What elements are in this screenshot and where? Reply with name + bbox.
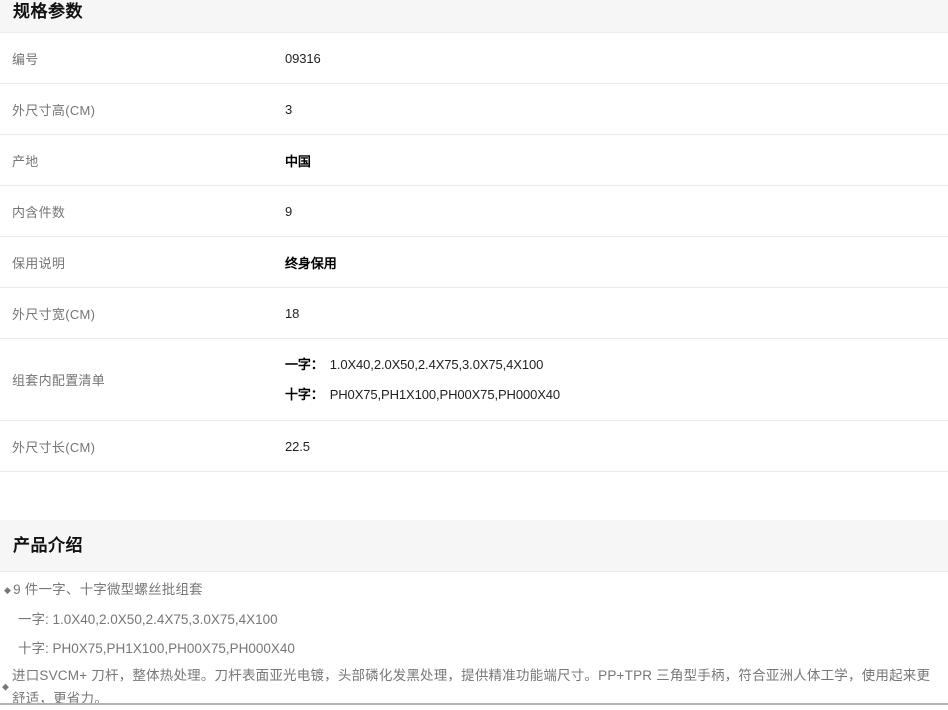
slotted-sizes: 1.0X40,2.0X50,2.4X75,3.0X75,4X100 <box>330 357 544 372</box>
intro-phillips-line: 十字: PH0X75,PH1X100,PH00X75,PH000X40 <box>0 640 948 657</box>
spec-row-label: 外尺寸宽(CM) <box>0 304 285 323</box>
intro-headline: ◆9 件一字、十字微型螺丝批组套 <box>0 581 948 599</box>
product-intro-body: ◆9 件一字、十字微型螺丝批组套 一字: 1.0X40,2.0X50,2.4X7… <box>0 572 948 710</box>
set-contents-slotted-line: 一字： 1.0X40,2.0X50,2.4X75,3.0X75,4X100 <box>285 350 948 380</box>
intro-headline-text: 9 件一字、十字微型螺丝批组套 <box>13 582 203 597</box>
phillips-prefix: 十字： <box>285 387 324 402</box>
spec-row-value: 3 <box>285 102 948 117</box>
diamond-bullet-icon: ◆ <box>4 585 11 595</box>
spec-table: 编号 09316 外尺寸高(CM) 3 产地 中国 内含件数 9 保用说明 终身… <box>0 33 948 472</box>
spec-row-label: 外尺寸高(CM) <box>0 100 285 119</box>
spec-row-label: 保用说明 <box>0 253 285 272</box>
intro-slotted-line: 一字: 1.0X40,2.0X50,2.4X75,3.0X75,4X100 <box>0 611 948 628</box>
spec-section-header: 规格参数 <box>0 0 948 33</box>
intro-section-title: 产品介绍 <box>13 535 83 557</box>
spec-row-value: 18 <box>285 306 948 321</box>
spec-row-height: 外尺寸高(CM) 3 <box>0 84 948 135</box>
spec-row-length: 外尺寸长(CM) 22.5 <box>0 421 948 472</box>
section-gap <box>0 472 948 520</box>
spec-row-value: 中国 <box>285 151 948 170</box>
spec-section-title: 规格参数 <box>13 1 83 23</box>
spec-row-origin: 产地 中国 <box>0 135 948 186</box>
spec-row-label: 内含件数 <box>0 202 285 221</box>
spec-row-value: 终身保用 <box>285 253 948 272</box>
spec-row-value: 22.5 <box>285 439 948 454</box>
spec-row-set-contents: 组套内配置清单 一字： 1.0X40,2.0X50,2.4X75,3.0X75,4… <box>0 339 948 421</box>
phillips-sizes: PH0X75,PH1X100,PH00X75,PH000X40 <box>330 387 560 402</box>
spec-row-warranty: 保用说明 终身保用 <box>0 237 948 288</box>
intro-section-header: 产品介绍 <box>0 520 948 572</box>
spec-row-code: 编号 09316 <box>0 33 948 84</box>
diamond-bullet-icon: ◆ <box>2 682 9 693</box>
spec-row-value: 一字： 1.0X40,2.0X50,2.4X75,3.0X75,4X100 十字：… <box>285 350 948 410</box>
spec-row-label: 编号 <box>0 49 285 68</box>
spec-row-piece-count: 内含件数 9 <box>0 186 948 237</box>
spec-row-value: 09316 <box>285 51 948 66</box>
spec-row-label: 外尺寸长(CM) <box>0 437 285 456</box>
spec-row-label: 组套内配置清单 <box>0 370 285 389</box>
spec-row-value: 9 <box>285 204 948 219</box>
set-contents-phillips-line: 十字： PH0X75,PH1X100,PH00X75,PH000X40 <box>285 380 948 410</box>
spec-row-label: 产地 <box>0 151 285 170</box>
slotted-prefix: 一字： <box>285 357 324 372</box>
bottom-divider <box>0 703 948 705</box>
spec-row-width: 外尺寸宽(CM) 18 <box>0 288 948 339</box>
product-detail-page: 规格参数 编号 09316 外尺寸高(CM) 3 产地 中国 内含件数 9 保用… <box>0 0 948 710</box>
